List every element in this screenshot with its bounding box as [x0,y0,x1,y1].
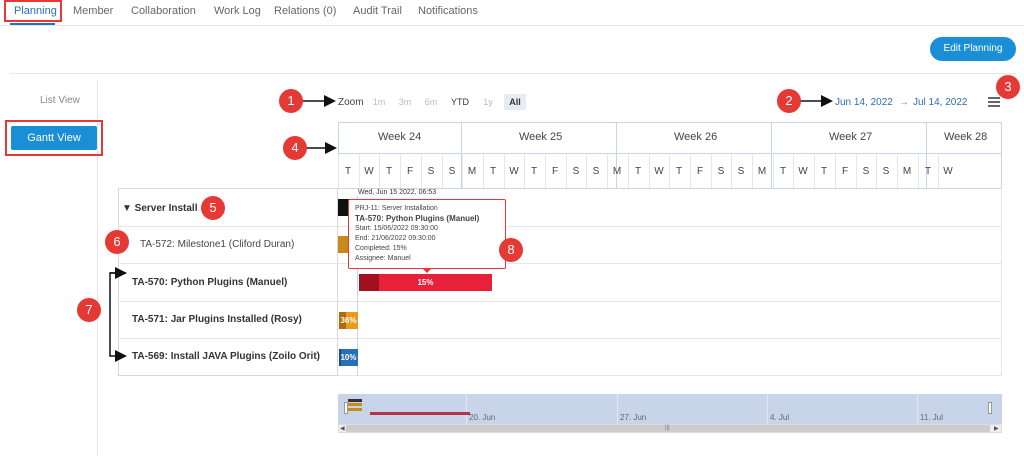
annotation-marker-8: 8 [499,238,523,262]
annotation-marker-5: 5 [201,196,225,220]
annotation-marker-1: 1 [279,89,303,113]
annotation-marker-2: 2 [777,89,801,113]
annotation-marker-4: 4 [283,136,307,160]
annotation-arrows [109,95,833,362]
annotation-marker-6: 6 [105,230,129,254]
annotation-marker-3: 3 [996,75,1020,99]
annotation-marker-7: 7 [77,298,101,322]
